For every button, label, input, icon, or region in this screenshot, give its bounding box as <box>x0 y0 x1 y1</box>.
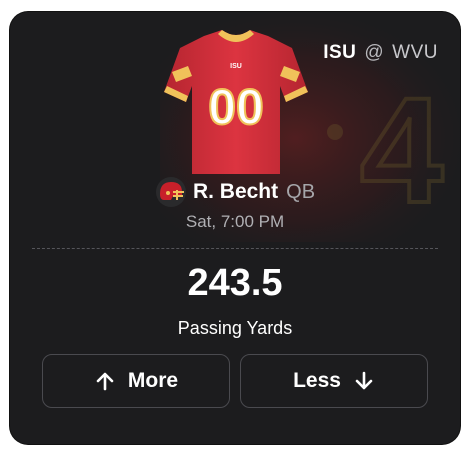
jersey-image: ISU 00 <box>164 30 308 174</box>
less-button-label: Less <box>293 369 341 392</box>
arrow-up-icon <box>96 372 114 391</box>
projection-value: 243.5 <box>187 262 283 304</box>
more-button[interactable]: More <box>42 354 230 408</box>
player-name: R. Becht <box>192 180 279 203</box>
player-prop-card: 4 ISU @ WVU ISU 00 R. Becht QB Sat, 7:00… <box>10 12 460 444</box>
divider <box>32 248 438 249</box>
more-button-label: More <box>127 369 179 392</box>
football-helmet-icon <box>155 177 186 207</box>
less-button[interactable]: Less <box>240 354 428 408</box>
matchup: ISU @ WVU <box>323 42 438 64</box>
player-info: R. Becht QB <box>10 176 460 208</box>
svg-text:4: 4 <box>360 66 443 234</box>
player-position: QB <box>286 180 316 203</box>
projection-stat-label: Passing Yards <box>177 318 293 338</box>
matchup-separator: @ <box>364 42 385 63</box>
away-team: WVU <box>392 42 438 63</box>
game-time: Sat, 7:00 PM <box>185 212 285 231</box>
home-team: ISU <box>323 42 357 63</box>
arrow-down-icon <box>355 371 373 390</box>
jersey-chest-text: ISU <box>230 63 242 70</box>
jersey-number: 00 <box>208 79 264 135</box>
